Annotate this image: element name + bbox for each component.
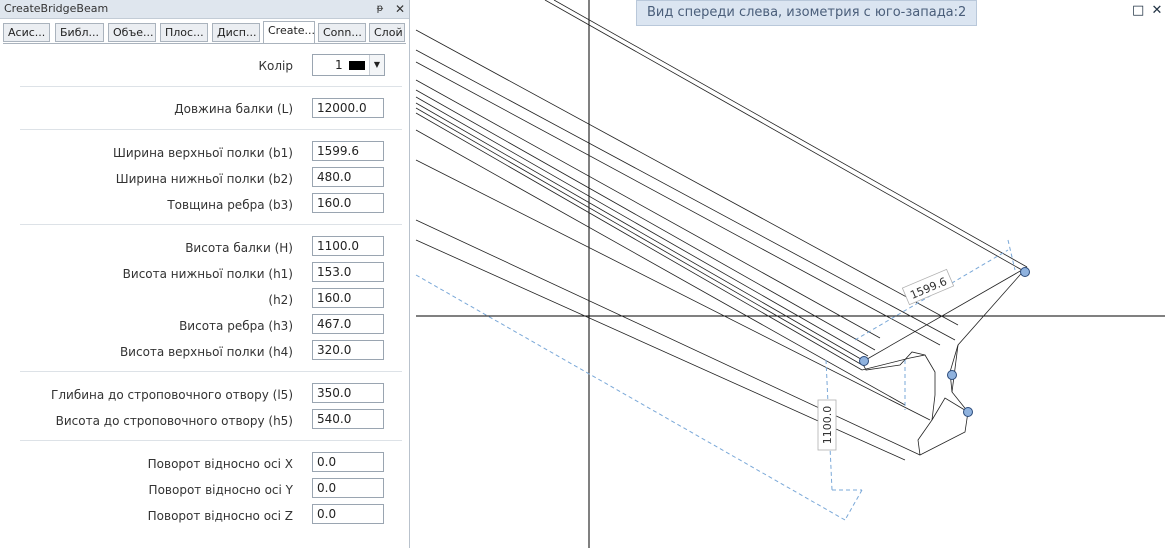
beam-length-input[interactable] — [312, 98, 384, 118]
web-thickness-input[interactable] — [312, 193, 384, 213]
bottom-flange-height-input[interactable] — [312, 262, 384, 282]
tab-assistant[interactable]: Асис... — [3, 23, 50, 42]
tab-divider — [3, 43, 406, 44]
h2-input[interactable] — [312, 288, 384, 308]
close-icon[interactable]: ✕ — [393, 0, 407, 18]
label-web-thickness: Товщина ребра (b3) — [167, 198, 293, 212]
beam-height-input[interactable] — [312, 236, 384, 256]
panel-titlebar: CreateBridgeBeam ᵽ ✕ — [0, 0, 409, 19]
section-divider — [20, 86, 402, 87]
viewport-close-icon[interactable]: ✕ — [1151, 3, 1162, 18]
label-bottom-flange-width: Ширина нижньої полки (b2) — [115, 172, 293, 186]
rotation-z-input[interactable] — [312, 504, 384, 524]
tab-planes[interactable]: Плос... — [160, 23, 208, 42]
label-top-flange-width: Ширина верхньої полки (b1) — [113, 146, 293, 160]
label-beam-length: Довжина балки (L) — [174, 102, 293, 116]
beam-edges — [415, 0, 1028, 461]
section-divider — [20, 224, 402, 225]
tab-objects[interactable]: Объе... — [108, 23, 156, 42]
3d-viewport[interactable]: 1599.6 1100.0 — [411, 0, 1170, 548]
top-flange-height-input[interactable] — [312, 340, 384, 360]
panel-tabs: Асис... Библ... Объе... Плос... Дисп... … — [3, 21, 407, 43]
lifting-hole-depth-input[interactable] — [312, 383, 384, 403]
grip-point — [1020, 267, 1030, 277]
restore-icon[interactable]: □ — [1132, 3, 1144, 18]
label-bottom-flange-height: Висота нижньої полки (h1) — [122, 267, 293, 281]
rotation-x-input[interactable] — [312, 452, 384, 472]
label-lifting-hole-height: Висота до строповочного отвору (h5) — [55, 414, 293, 428]
beam-drawing: 1599.6 1100.0 — [415, 0, 1165, 548]
tab-create[interactable]: Create... — [263, 21, 315, 43]
section-divider — [20, 371, 402, 372]
section-divider — [20, 129, 402, 130]
tab-connect[interactable]: Conn... — [318, 23, 366, 42]
pin-icon[interactable]: ᵽ — [373, 0, 387, 18]
color-label: Колір — [258, 59, 293, 73]
dimension-height-text: 1100.0 — [821, 406, 834, 445]
web-height-input[interactable] — [312, 314, 384, 334]
grip-point — [947, 370, 957, 380]
label-beam-height: Висота балки (H) — [185, 241, 293, 255]
grip-point — [963, 407, 973, 417]
property-panel: CreateBridgeBeam ᵽ ✕ Асис... Библ... Объ… — [0, 0, 410, 548]
label-rotation-x: Поворот відносно осі X — [147, 457, 293, 471]
label-h2: (h2) — [268, 293, 293, 307]
label-top-flange-height: Висота верхньої полки (h4) — [119, 345, 293, 359]
grip-point — [859, 356, 869, 366]
panel-title: CreateBridgeBeam — [4, 2, 109, 15]
color-select[interactable]: 1 ▼ — [312, 54, 385, 76]
label-web-height: Висота ребра (h3) — [179, 319, 293, 333]
dimension-width-label: 1599.6 — [901, 268, 955, 306]
rotation-y-input[interactable] — [312, 478, 384, 498]
chevron-down-icon[interactable]: ▼ — [369, 55, 384, 75]
label-rotation-z: Поворот відносно осі Z — [147, 509, 293, 523]
tab-layer[interactable]: Слой — [369, 23, 405, 42]
view-name-label[interactable]: Вид спереди слева, изометрия с юго-запад… — [636, 0, 978, 26]
dimension-height-label: 1100.0 — [817, 399, 837, 451]
bottom-flange-width-input[interactable] — [312, 167, 384, 187]
section-divider — [20, 440, 402, 441]
label-lifting-hole-depth: Глибина до строповочного отвору (l5) — [51, 388, 293, 402]
label-rotation-y: Поворот відносно осі Y — [148, 483, 293, 497]
color-number: 1 — [335, 58, 343, 72]
lifting-hole-height-input[interactable] — [312, 409, 384, 429]
viewport-controls: □ ✕ — [1132, 3, 1162, 18]
tab-display[interactable]: Дисп... — [212, 23, 260, 42]
top-flange-width-input[interactable] — [312, 141, 384, 161]
tab-library[interactable]: Библ... — [55, 23, 104, 42]
color-swatch — [349, 61, 365, 70]
